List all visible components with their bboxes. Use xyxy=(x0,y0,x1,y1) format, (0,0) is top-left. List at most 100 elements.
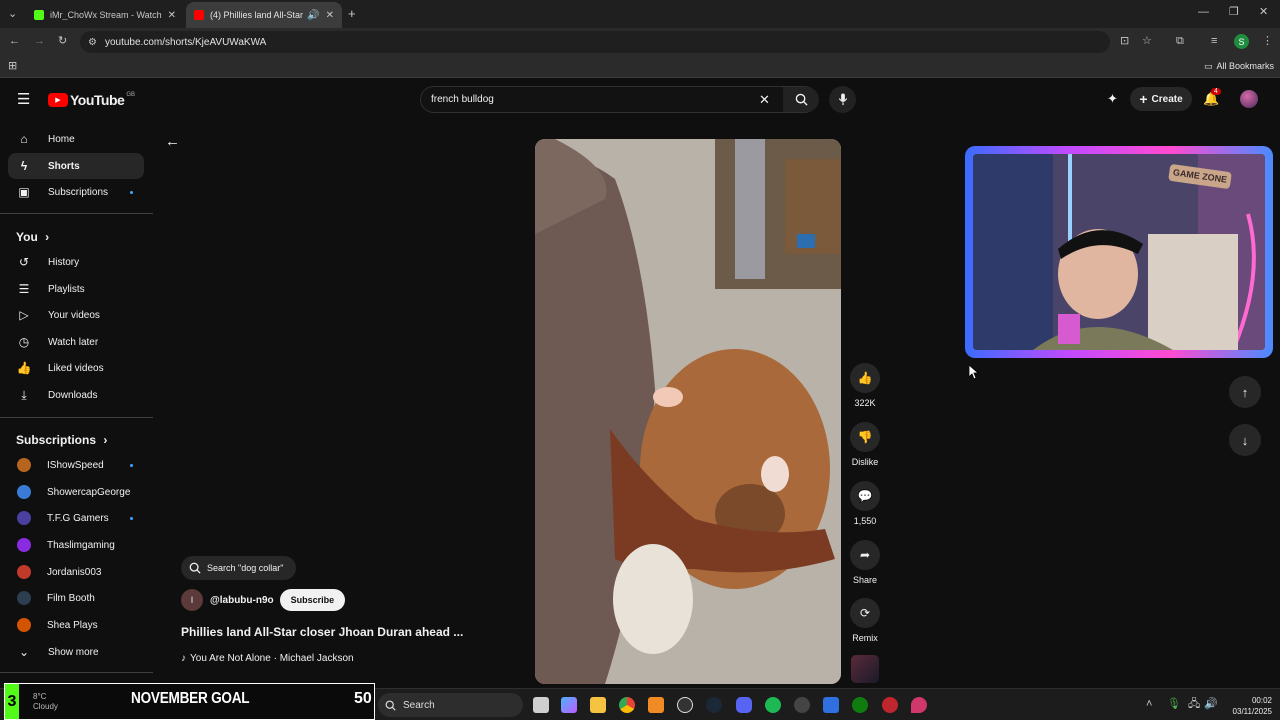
menu-icon[interactable]: ⋮ xyxy=(1262,36,1273,47)
sidebar-channel-showercapgeorge[interactable]: ShowercapGeorge xyxy=(8,479,144,505)
reload-icon[interactable]: ↻ xyxy=(58,36,67,47)
sound-thumbnail[interactable] xyxy=(851,655,879,683)
close-tab-icon[interactable]: ✕ xyxy=(168,10,176,21)
file-explorer-icon[interactable] xyxy=(590,697,606,713)
app-orange-icon[interactable] xyxy=(648,697,664,713)
related-search-chip[interactable]: Search "dog collar" xyxy=(181,556,296,580)
back-icon[interactable]: ← xyxy=(9,36,20,47)
sidebar-item-playlists[interactable]: ☰ Playlists xyxy=(8,276,144,302)
dislike-button[interactable]: 👎 xyxy=(850,422,880,452)
music-track: You Are Not Alone · Michael Jackson xyxy=(190,653,354,664)
short-video-player[interactable] xyxy=(535,139,841,684)
profile-avatar[interactable]: S xyxy=(1234,34,1249,49)
app-dark-icon[interactable] xyxy=(794,697,810,713)
search-box[interactable]: french bulldog ✕ xyxy=(420,86,819,113)
subscribe-button[interactable]: Subscribe xyxy=(279,589,346,611)
comments-button[interactable]: 💬 xyxy=(850,481,880,511)
sidebar-item-shorts[interactable]: ϟ Shorts xyxy=(8,153,144,179)
spotify-icon[interactable] xyxy=(765,697,781,713)
sidebar-channel-shea-plays[interactable]: Shea Plays xyxy=(8,612,144,638)
volume-icon[interactable]: 🔊 xyxy=(1204,699,1218,710)
media-control-icon[interactable]: ≡ xyxy=(1211,36,1217,47)
browser-tab-bar: ⌄ iMr_ChoWx Stream - Watch Live ✕ (4) Ph… xyxy=(0,0,1280,28)
sidebar-item-downloads[interactable]: ⤓ Downloads xyxy=(8,382,144,408)
xbox-icon[interactable] xyxy=(852,697,868,713)
app-pink-icon[interactable] xyxy=(911,697,927,713)
extensions-icon[interactable]: ⧉ xyxy=(1176,36,1184,47)
discord-icon[interactable] xyxy=(736,697,752,713)
sidebar-channel-thaslimgaming[interactable]: Thaslimgaming xyxy=(8,532,144,558)
tab-youtube-active[interactable]: (4) Phillies land All-Star clos 🔊 ✕ xyxy=(186,2,342,28)
sidebar-item-your-videos[interactable]: ▷ Your videos xyxy=(8,302,144,328)
sidebar-item-label: History xyxy=(48,256,80,268)
youtube-favicon-icon xyxy=(194,10,204,20)
search-button[interactable] xyxy=(783,87,819,112)
sidebar-channel-ishowspeed[interactable]: IShowSpeed xyxy=(8,452,144,478)
account-avatar[interactable] xyxy=(1240,90,1258,108)
app-blue-icon[interactable] xyxy=(823,697,839,713)
sidebar-item-history[interactable]: ↺ History xyxy=(8,249,144,275)
task-view-icon[interactable] xyxy=(533,697,549,713)
music-row[interactable]: ♪ You Are Not Alone · Michael Jackson xyxy=(181,653,354,664)
restore-icon[interactable]: ❐ xyxy=(1229,7,1239,18)
close-window-icon[interactable]: ✕ xyxy=(1259,7,1268,18)
remix-button[interactable]: ⟳ xyxy=(850,598,880,628)
share-button[interactable]: ➦ xyxy=(850,540,880,570)
voice-search-button[interactable] xyxy=(829,86,856,113)
tab-search-icon[interactable]: ⌄ xyxy=(8,9,17,20)
app-red-icon[interactable] xyxy=(882,697,898,713)
steam-icon[interactable] xyxy=(706,697,722,713)
chrome-icon[interactable] xyxy=(619,697,635,713)
hamburger-menu-icon[interactable]: ☰ xyxy=(17,92,30,107)
install-app-icon[interactable]: ⊡ xyxy=(1120,36,1129,47)
all-bookmarks[interactable]: ▭ All Bookmarks xyxy=(1204,61,1274,72)
address-bar[interactable]: ⚙ youtube.com/shorts/KjeAVUWaKWA xyxy=(80,31,1110,53)
ai-sparkle-icon[interactable]: ✦ xyxy=(1107,92,1118,105)
clock[interactable]: 00:02 03/11/2025 xyxy=(1222,695,1272,717)
sidebar-item-watch-later[interactable]: ◷ Watch later xyxy=(8,329,144,355)
sidebar-item-subscriptions[interactable]: ▣ Subscriptions xyxy=(8,179,144,205)
sidebar-channel-tfg-gamers[interactable]: T.F.G Gamers xyxy=(8,505,144,531)
divider xyxy=(0,672,153,673)
youtube-play-icon: ▶ xyxy=(48,93,68,107)
create-button[interactable]: + Create xyxy=(1130,87,1192,111)
site-info-icon[interactable]: ⚙ xyxy=(88,37,97,48)
close-tab-icon[interactable]: ✕ xyxy=(326,10,334,21)
apps-grid-icon[interactable]: ⊞ xyxy=(8,61,17,72)
windows-taskbar: 3 8°C Cloudy NOVEMBER GOAL 50 Search ˄ 🎙… xyxy=(0,683,1280,720)
sidebar-item-home[interactable]: ⌂ Home xyxy=(8,126,144,152)
all-bookmarks-label: All Bookmarks xyxy=(1216,61,1275,71)
tab-kick-stream[interactable]: iMr_ChoWx Stream - Watch Live ✕ xyxy=(26,2,184,28)
section-you[interactable]: You › xyxy=(16,230,49,244)
sidebar-channel-jordanis003[interactable]: Jordanis003 xyxy=(8,559,144,585)
obs-icon[interactable] xyxy=(677,697,693,713)
taskbar-search[interactable]: Search xyxy=(378,693,523,717)
forward-icon[interactable]: → xyxy=(34,36,45,47)
youtube-logo[interactable]: ▶ YouTube GB xyxy=(48,92,135,108)
clock-time: 00:02 xyxy=(1251,696,1272,705)
minimize-icon[interactable]: — xyxy=(1198,7,1209,18)
back-arrow-icon[interactable]: ← xyxy=(165,134,180,149)
sidebar-item-label: Home xyxy=(48,133,75,145)
like-button[interactable]: 👍 xyxy=(850,363,880,393)
sidebar-show-more[interactable]: ⌄ Show more xyxy=(8,639,144,665)
channel-name[interactable]: @labubu-n9o xyxy=(210,595,274,606)
bookmark-star-icon[interactable]: ☆ xyxy=(1142,36,1152,47)
network-icon[interactable]: 🖧 xyxy=(1188,699,1200,710)
tray-chevron-icon[interactable]: ˄ xyxy=(1146,699,1152,710)
short-title[interactable]: Phillies land All-Star closer Jhoan Dura… xyxy=(181,625,463,639)
next-short-button[interactable]: ↓ xyxy=(1229,424,1261,456)
audio-icon[interactable]: 🔊 xyxy=(307,10,319,21)
clear-search-icon[interactable]: ✕ xyxy=(759,92,770,108)
sidebar-channel-film-booth[interactable]: Film Booth xyxy=(8,585,144,611)
sidebar-item-label: Watch later xyxy=(48,336,99,348)
notifications-button[interactable]: 🔔 4 xyxy=(1203,88,1221,107)
new-tab-icon[interactable]: + xyxy=(348,7,356,20)
channel-avatar[interactable]: l xyxy=(181,589,203,611)
copilot-icon[interactable] xyxy=(561,697,577,713)
microphone-icon[interactable]: 🎙 xyxy=(1167,699,1181,710)
section-subscriptions[interactable]: Subscriptions › xyxy=(16,433,107,447)
search-input[interactable]: french bulldog xyxy=(431,94,494,105)
sidebar-item-liked-videos[interactable]: 👍 Liked videos xyxy=(8,355,144,381)
previous-short-button[interactable]: ↑ xyxy=(1229,376,1261,408)
